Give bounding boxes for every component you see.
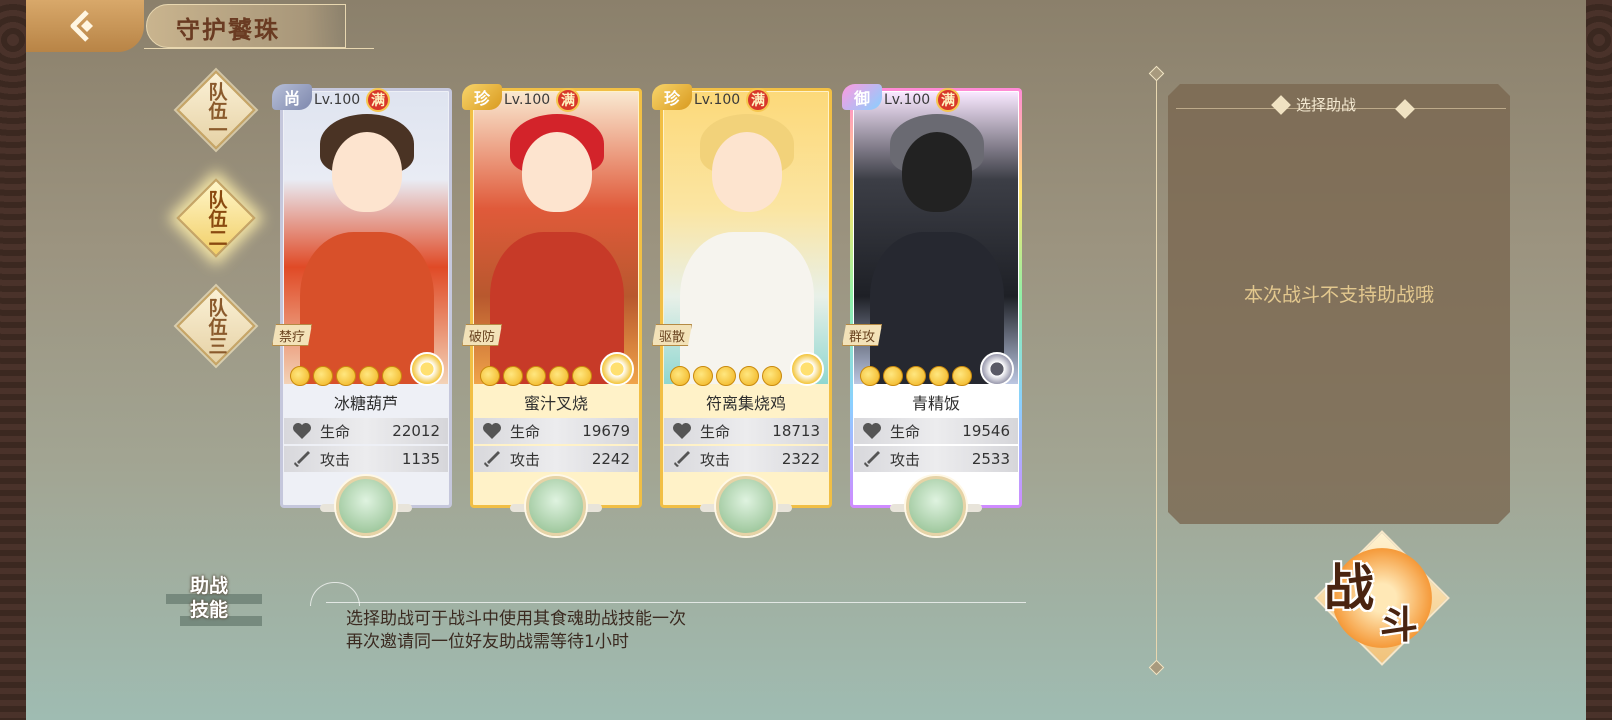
sword-icon <box>484 451 500 467</box>
game-stage: 守护饕珠 队伍一 队伍二 队伍三 尚 Lv.100 满 禁疗 冰糖葫芦 生命 2… <box>26 0 1586 720</box>
max-level-badge: 满 <box>746 88 770 112</box>
flower-icon <box>790 352 824 386</box>
character-name: 冰糖葫芦 <box>333 394 398 413</box>
character-name: 青精饭 <box>911 394 960 413</box>
sword-icon <box>674 451 690 467</box>
rarity-badge: 尚 <box>272 84 312 110</box>
flower-icon <box>600 352 634 386</box>
level-text: Lv.100 <box>884 92 931 108</box>
heart-icon <box>293 423 311 439</box>
star-rating <box>290 366 402 386</box>
character-card-4[interactable]: 御 Lv.100 满 群攻 青精饭 生命 19546 攻击 2533 <box>842 84 1022 536</box>
role-tag: 驱散 <box>652 324 692 346</box>
battle-button[interactable]: 战 斗 <box>1314 530 1450 666</box>
flower-icon <box>980 352 1014 386</box>
sword-icon <box>864 451 880 467</box>
role-tag: 破防 <box>462 324 502 346</box>
attack-row: 攻击 2322 <box>664 446 828 472</box>
character-card-2[interactable]: 珍 Lv.100 满 破防 蜜汁叉烧 生命 19679 攻击 2242 <box>462 84 642 536</box>
team-tab-2[interactable]: 队伍二 <box>176 178 256 258</box>
header-divider <box>144 48 374 49</box>
team-tab-label: 队伍一 <box>205 81 228 139</box>
rail-gem-top <box>1148 65 1165 82</box>
back-arrow-icon <box>70 10 93 42</box>
star-rating <box>670 366 782 386</box>
battle-label-2: 斗 <box>1380 603 1419 647</box>
page-title: 守护饕珠 <box>176 16 280 44</box>
assist-skill-description: 选择助战可于战斗中使用其食魂助战技能一次 再次邀请同一位好友助战需等待1小时 <box>346 609 686 652</box>
character-name: 符离集烧鸡 <box>705 394 786 413</box>
assist-title: 选择助战 <box>1296 96 1357 114</box>
star-rating <box>480 366 592 386</box>
rarity-badge: 珍 <box>652 84 692 110</box>
skill-divider <box>326 602 1026 603</box>
heart-icon <box>673 423 691 439</box>
max-level-badge: 满 <box>936 88 960 112</box>
hp-row: 生命 19679 <box>474 418 638 444</box>
level-text: Lv.100 <box>504 92 551 108</box>
attack-row: 攻击 1135 <box>284 446 448 472</box>
team-tab-3[interactable]: 队伍三 <box>176 286 256 366</box>
flower-icon <box>410 352 444 386</box>
heart-icon <box>483 423 501 439</box>
character-card-1[interactable]: 尚 Lv.100 满 禁疗 冰糖葫芦 生命 22012 攻击 1135 <box>272 84 452 536</box>
hp-value: 18713 <box>772 422 820 440</box>
assist-skill-label: 助战 技能 <box>190 575 229 621</box>
battle-label-1: 战 <box>1324 559 1374 617</box>
max-level-badge: 满 <box>366 88 390 112</box>
assist-avatar[interactable] <box>526 476 586 536</box>
star-rating <box>860 366 972 386</box>
right-frame-border <box>1586 0 1612 720</box>
hp-row: 生命 22012 <box>284 418 448 444</box>
level-text: Lv.100 <box>314 92 361 108</box>
hp-row: 生命 18713 <box>664 418 828 444</box>
hp-row: 生命 19546 <box>854 418 1018 444</box>
max-level-badge: 满 <box>556 88 580 112</box>
team-tab-label: 队伍二 <box>205 189 228 247</box>
team-tab-1[interactable]: 队伍一 <box>176 70 256 150</box>
attack-value: 2242 <box>591 450 630 468</box>
level-text: Lv.100 <box>694 92 741 108</box>
sword-icon <box>294 451 310 467</box>
header: 守护饕珠 <box>26 0 374 52</box>
attack-value: 1135 <box>401 450 440 468</box>
hp-value: 22012 <box>392 422 440 440</box>
character-card-3[interactable]: 珍 Lv.100 满 驱散 符离集烧鸡 生命 18713 攻击 2322 <box>652 84 832 536</box>
back-button[interactable] <box>26 0 144 52</box>
character-name: 蜜汁叉烧 <box>523 394 588 413</box>
rail-gem-bottom <box>1148 659 1165 676</box>
heart-icon <box>863 423 881 439</box>
attack-row: 攻击 2533 <box>854 446 1018 472</box>
panel-divider <box>1156 72 1157 670</box>
assist-avatar[interactable] <box>716 476 776 536</box>
team-tab-label: 队伍三 <box>205 297 228 355</box>
left-frame-border <box>0 0 26 720</box>
assist-avatar[interactable] <box>906 476 966 536</box>
hp-value: 19546 <box>962 422 1010 440</box>
role-tag: 群攻 <box>842 324 882 346</box>
rarity-badge: 御 <box>842 84 882 110</box>
rarity-badge: 珍 <box>462 84 502 110</box>
attack-row: 攻击 2242 <box>474 446 638 472</box>
attack-value: 2322 <box>781 450 820 468</box>
attack-value: 2533 <box>971 450 1010 468</box>
assist-avatar[interactable] <box>336 476 396 536</box>
role-tag: 禁疗 <box>272 324 312 346</box>
assist-unavailable-message: 本次战斗不支持助战哦 <box>1243 284 1434 306</box>
hp-value: 19679 <box>582 422 630 440</box>
